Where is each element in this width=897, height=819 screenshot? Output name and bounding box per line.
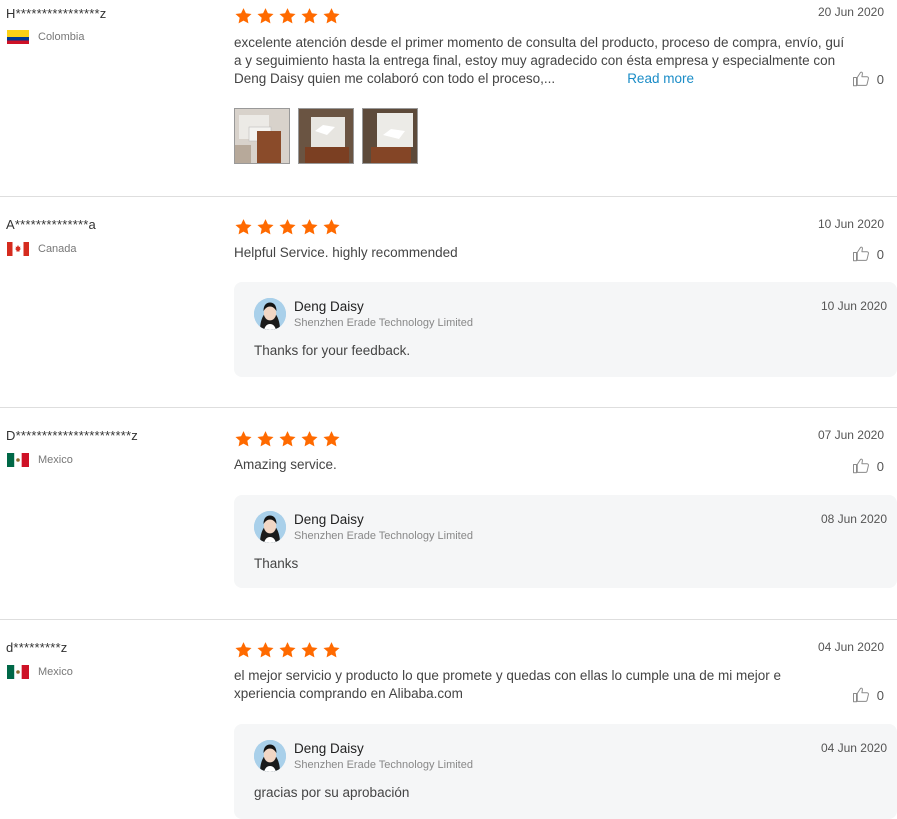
seller-company: Shenzhen Erade Technology Limited <box>294 317 473 329</box>
thumbs-up-icon <box>852 70 870 88</box>
star-icon <box>256 641 275 659</box>
country-name: Colombia <box>38 31 85 43</box>
buyer-country: Mexico <box>7 664 73 680</box>
review-photo[interactable] <box>298 108 354 164</box>
review-text-line: el mejor servicio y producto lo que prom… <box>234 668 782 683</box>
review-date: 07 Jun 2020 <box>817 428 884 442</box>
like-count: 0 <box>876 458 884 474</box>
like-count: 0 <box>876 687 884 703</box>
reply-date: 04 Jun 2020 <box>820 741 887 755</box>
star-icon <box>234 641 253 659</box>
review-text: Amazing service. <box>234 457 337 472</box>
like-count: 0 <box>876 246 884 262</box>
canada-flag-icon <box>7 242 29 256</box>
review-text-line: excelente atención desde el primer momen… <box>234 35 845 50</box>
review-item: H****************z Colombia 20 Jun 2020 … <box>0 0 897 197</box>
seller-name: Deng Daisy <box>294 299 364 314</box>
thumbs-up-icon <box>852 686 870 704</box>
star-icon <box>278 641 297 659</box>
buyer-name: H****************z <box>6 6 107 21</box>
review-text-line: Deng Daisy quien me colaboró con todo el… <box>234 70 858 88</box>
review-item: D**********************z Mexico 07 Jun 2… <box>0 408 897 619</box>
buyer-name: D**********************z <box>6 428 138 443</box>
buyer-country: Mexico <box>7 452 73 468</box>
seller-name: Deng Daisy <box>294 741 364 756</box>
buyer-name: d*********z <box>6 640 68 655</box>
review-item: A**************a Canada 10 Jun 2020 Help… <box>0 197 897 408</box>
star-rating <box>234 7 341 25</box>
country-name: Mexico <box>38 666 73 678</box>
colombia-flag-icon <box>7 30 29 44</box>
review-item: d*********z Mexico 04 Jun 2020 el mejor … <box>0 620 897 819</box>
reply-text: Thanks <box>254 556 299 571</box>
review-date: 20 Jun 2020 <box>817 5 884 19</box>
mexico-flag-icon <box>7 665 29 679</box>
seller-avatar <box>254 740 286 772</box>
like-count: 0 <box>876 71 884 87</box>
review-text: excelente atención desde el primer momen… <box>234 34 858 88</box>
review-photo[interactable] <box>362 108 418 164</box>
buyer-name: A**************a <box>6 217 96 232</box>
country-name: Canada <box>38 243 77 255</box>
seller-name: Deng Daisy <box>294 512 364 527</box>
star-icon <box>234 218 253 236</box>
buyer-country: Colombia <box>7 29 84 45</box>
star-rating <box>234 430 341 448</box>
star-icon <box>300 430 319 448</box>
like-button[interactable]: 0 <box>852 457 884 475</box>
star-icon <box>300 218 319 236</box>
star-icon <box>234 430 253 448</box>
reply-date: 08 Jun 2020 <box>820 512 887 526</box>
star-icon <box>322 218 341 236</box>
star-icon <box>234 7 253 25</box>
reply-date: 10 Jun 2020 <box>820 299 887 313</box>
reply-text: Thanks for your feedback. <box>254 343 411 358</box>
star-rating <box>234 218 341 236</box>
read-more-link[interactable]: Read more <box>627 70 694 88</box>
like-button[interactable]: 0 <box>852 245 884 263</box>
mexico-flag-icon <box>7 453 29 467</box>
review-text-line: a y seguimiento hasta la entrega final, … <box>234 53 836 68</box>
review-photos <box>234 108 418 164</box>
thumbs-up-icon <box>852 245 870 263</box>
star-icon <box>278 430 297 448</box>
review-text-fragment: Deng Daisy quien me colaboró con todo el… <box>234 71 556 86</box>
seller-reply: Deng Daisy Shenzhen Erade Technology Lim… <box>234 495 897 588</box>
star-icon <box>322 7 341 25</box>
buyer-country: Canada <box>7 241 77 257</box>
thumbs-up-icon <box>852 457 870 475</box>
star-icon <box>278 218 297 236</box>
star-rating <box>234 641 341 659</box>
country-name: Mexico <box>38 454 73 466</box>
review-text-line: xperiencia comprando en Alibaba.com <box>234 686 463 701</box>
star-icon <box>322 641 341 659</box>
star-icon <box>256 430 275 448</box>
like-button[interactable]: 0 <box>852 70 884 88</box>
star-icon <box>300 641 319 659</box>
star-icon <box>256 218 275 236</box>
seller-company: Shenzhen Erade Technology Limited <box>294 759 473 771</box>
star-icon <box>256 7 275 25</box>
review-text: Helpful Service. highly recommended <box>234 245 458 260</box>
star-icon <box>278 7 297 25</box>
seller-company: Shenzhen Erade Technology Limited <box>294 530 473 542</box>
review-date: 04 Jun 2020 <box>817 640 884 654</box>
star-icon <box>322 430 341 448</box>
star-icon <box>300 7 319 25</box>
seller-avatar <box>254 511 286 543</box>
seller-reply: Deng Daisy Shenzhen Erade Technology Lim… <box>234 282 897 377</box>
like-button[interactable]: 0 <box>852 686 884 704</box>
review-date: 10 Jun 2020 <box>817 217 884 231</box>
seller-avatar <box>254 298 286 330</box>
review-text: el mejor servicio y producto lo que prom… <box>234 667 858 703</box>
review-photo[interactable] <box>234 108 290 164</box>
reply-text: gracias por su aprobación <box>254 785 410 800</box>
